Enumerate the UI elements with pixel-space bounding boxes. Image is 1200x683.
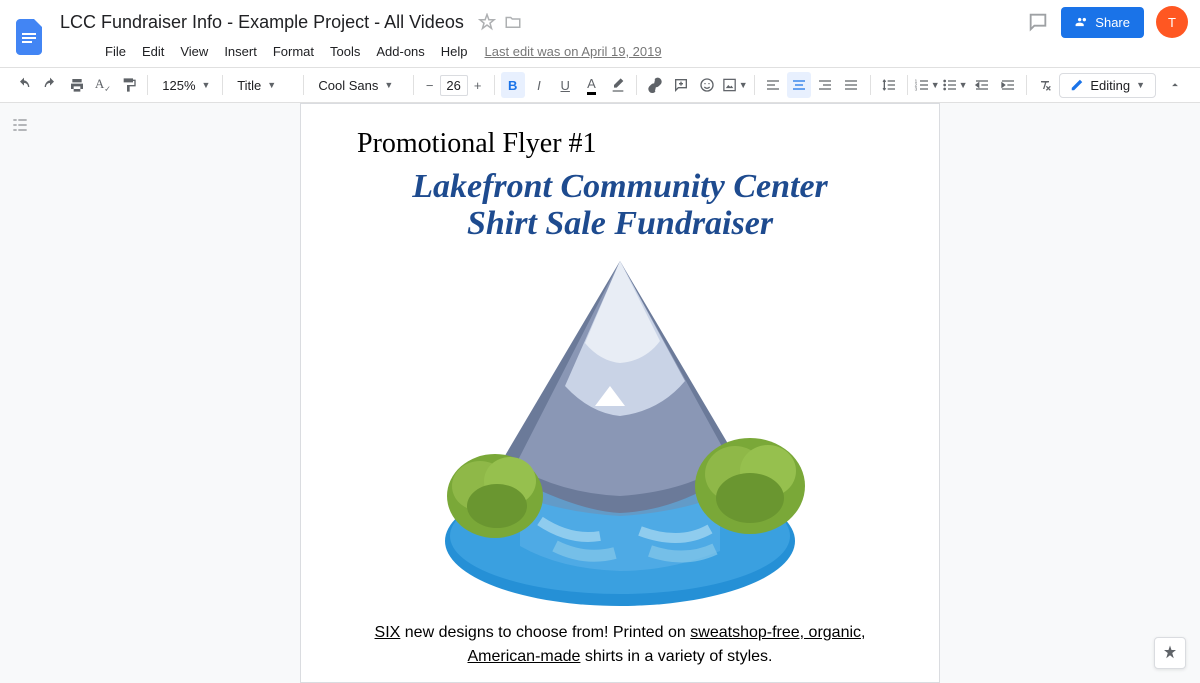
- menu-file[interactable]: File: [98, 40, 133, 63]
- bold-button[interactable]: B: [501, 72, 525, 98]
- comments-icon[interactable]: [1027, 11, 1049, 33]
- font-size-increase[interactable]: +: [468, 73, 488, 97]
- bulleted-list-button[interactable]: ▼: [942, 72, 968, 98]
- menu-help[interactable]: Help: [434, 40, 475, 63]
- docs-logo-icon[interactable]: [12, 19, 48, 55]
- font-size-decrease[interactable]: −: [420, 73, 440, 97]
- menu-edit[interactable]: Edit: [135, 40, 171, 63]
- user-avatar[interactable]: T: [1156, 6, 1188, 38]
- align-left-button[interactable]: [761, 72, 785, 98]
- menu-tools[interactable]: Tools: [323, 40, 367, 63]
- menu-insert[interactable]: Insert: [217, 40, 264, 63]
- share-label: Share: [1095, 15, 1130, 30]
- editing-mode-select[interactable]: Editing ▼: [1059, 73, 1156, 98]
- line-spacing-button[interactable]: [877, 72, 901, 98]
- collapse-toolbar-button[interactable]: [1162, 72, 1188, 98]
- svg-text:3: 3: [914, 86, 917, 91]
- paint-format-button[interactable]: [117, 72, 141, 98]
- insert-comment-button[interactable]: [669, 72, 693, 98]
- align-justify-button[interactable]: [839, 72, 863, 98]
- undo-button[interactable]: [12, 72, 36, 98]
- decrease-indent-button[interactable]: [970, 72, 994, 98]
- insert-link-button[interactable]: [643, 72, 667, 98]
- flyer-title-line1: Lakefront Community Center: [349, 168, 891, 205]
- menu-bar: File Edit View Insert Format Tools Add-o…: [54, 38, 1188, 67]
- print-button[interactable]: [65, 72, 89, 98]
- menu-addons[interactable]: Add-ons: [369, 40, 431, 63]
- paragraph-style-select[interactable]: Title ▼: [229, 74, 297, 97]
- align-right-button[interactable]: [813, 72, 837, 98]
- zoom-select[interactable]: 125% ▼: [154, 74, 216, 97]
- highlight-button[interactable]: [606, 72, 630, 98]
- flyer-illustration: [400, 251, 840, 611]
- underline-button[interactable]: U: [553, 72, 577, 98]
- italic-button[interactable]: I: [527, 72, 551, 98]
- star-icon[interactable]: [478, 13, 496, 31]
- menu-format[interactable]: Format: [266, 40, 321, 63]
- flyer-title-line2: Shirt Sale Fundraiser: [349, 205, 891, 242]
- align-center-button[interactable]: [787, 72, 811, 98]
- insert-image-button[interactable]: ▼: [722, 72, 748, 98]
- flyer-heading: Promotional Flyer #1: [349, 128, 891, 160]
- flyer-body: SIX new designs to choose from! Printed …: [349, 621, 891, 669]
- menu-view[interactable]: View: [173, 40, 215, 63]
- insert-emoji-button[interactable]: [695, 72, 719, 98]
- text-color-button[interactable]: A: [579, 72, 603, 98]
- font-size-value[interactable]: 26: [440, 75, 468, 96]
- document-title[interactable]: LCC Fundraiser Info - Example Project - …: [54, 10, 470, 35]
- share-button[interactable]: Share: [1061, 7, 1144, 38]
- font-size-control: − 26 +: [420, 73, 488, 97]
- move-folder-icon[interactable]: [504, 13, 522, 31]
- last-edit-info[interactable]: Last edit was on April 19, 2019: [485, 44, 662, 59]
- increase-indent-button[interactable]: [996, 72, 1020, 98]
- numbered-list-button[interactable]: 123▼: [914, 72, 940, 98]
- redo-button[interactable]: [38, 72, 62, 98]
- outline-toggle-icon[interactable]: [10, 115, 30, 135]
- document-page[interactable]: Promotional Flyer #1 Lakefront Community…: [300, 103, 940, 683]
- toolbar: A✓ 125% ▼ Title ▼ Cool Sans ▼ − 26 + B I…: [0, 68, 1200, 103]
- explore-button[interactable]: [1154, 637, 1186, 669]
- clear-formatting-button[interactable]: [1033, 72, 1057, 98]
- spellcheck-button[interactable]: A✓: [91, 72, 115, 98]
- font-select[interactable]: Cool Sans ▼: [310, 74, 406, 97]
